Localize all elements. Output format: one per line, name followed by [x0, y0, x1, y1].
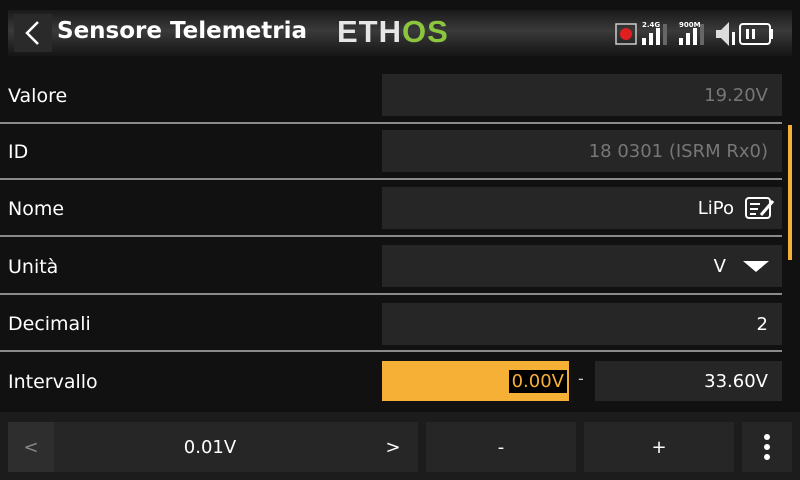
divider	[0, 293, 782, 295]
rf1-label: 2.4G	[642, 21, 660, 29]
battery-icon	[739, 23, 773, 45]
id-value: 18 0301 (ISRM Rx0)	[588, 140, 768, 162]
status-icons: 2.4G 900M	[615, 18, 795, 48]
more-menu-button[interactable]	[742, 422, 792, 472]
divider	[0, 350, 782, 352]
decrement-button[interactable]: -	[426, 422, 576, 472]
unita-dropdown[interactable]: V	[382, 245, 782, 287]
id-field: 18 0301 (ISRM Rx0)	[382, 130, 782, 172]
divider	[0, 122, 782, 124]
range-separator: -	[578, 369, 584, 388]
step-value: 0.01V	[183, 436, 237, 458]
ethos-logo: ETHOS	[337, 14, 449, 49]
label-nome: Nome	[8, 198, 65, 220]
label-unita: Unità	[8, 256, 59, 278]
unita-value: V	[713, 255, 726, 277]
valore-field: 19.20V	[382, 74, 782, 116]
back-button[interactable]	[14, 14, 52, 52]
step-next-button[interactable]: >	[370, 422, 416, 472]
edit-icon	[745, 197, 775, 219]
intervallo-min-field[interactable]: 0.00V	[382, 361, 569, 401]
more-vertical-icon	[764, 434, 770, 460]
decimali-value: 2	[756, 313, 768, 335]
label-intervallo: Intervallo	[8, 371, 98, 393]
increment-button[interactable]: +	[584, 422, 734, 472]
label-id: ID	[8, 141, 29, 163]
record-icon	[615, 23, 637, 45]
header: Sensore Telemetria ETHOS 2.4G 900M	[0, 0, 800, 60]
label-valore: Valore	[8, 85, 68, 107]
valore-value: 19.20V	[704, 84, 768, 106]
decimali-field[interactable]: 2	[382, 303, 782, 345]
divider	[0, 178, 782, 180]
rf2-label: 900M	[679, 21, 701, 29]
chevron-left-icon	[25, 21, 39, 45]
nome-value: LiPo	[697, 197, 734, 219]
page-title: Sensore Telemetria	[57, 18, 308, 44]
intervallo-min-value: 0.00V	[508, 369, 567, 393]
nome-field[interactable]: LiPo	[382, 187, 782, 229]
intervallo-max-value: 33.60V	[704, 370, 768, 392]
intervallo-max-field[interactable]: 33.60V	[595, 361, 782, 401]
step-prev-button[interactable]: <	[8, 422, 54, 472]
volume-icon	[716, 22, 735, 46]
divider	[0, 235, 782, 237]
chevron-down-icon	[743, 261, 769, 272]
scrollbar[interactable]	[788, 125, 792, 260]
label-decimali: Decimali	[8, 313, 91, 335]
